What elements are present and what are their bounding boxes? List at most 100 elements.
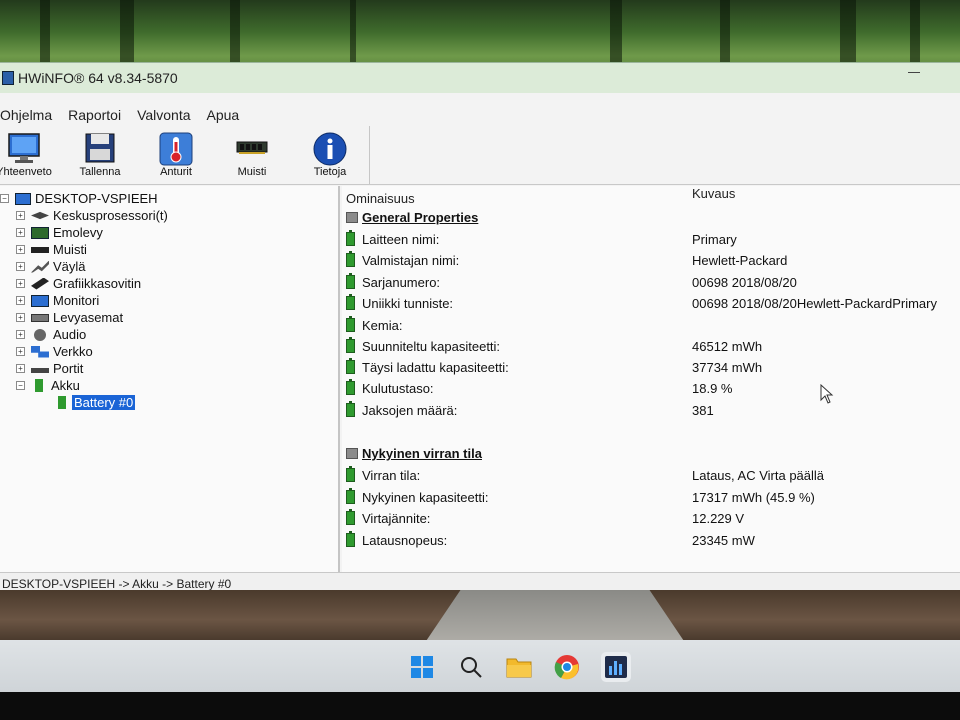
- expand-icon[interactable]: +: [16, 296, 25, 305]
- expand-icon[interactable]: +: [16, 245, 25, 254]
- menu-ohjelma[interactable]: Ohjelma: [0, 107, 52, 123]
- battery-icon: [346, 358, 355, 374]
- tree-item-network[interactable]: + Verkko: [16, 343, 93, 360]
- tree-item-bus[interactable]: + Väylä: [16, 258, 86, 275]
- save-label: Tallenna: [79, 166, 121, 178]
- expand-icon[interactable]: +: [16, 211, 25, 220]
- app-icon: [2, 71, 14, 85]
- sensors-button[interactable]: Anturit: [146, 130, 206, 182]
- sensors-label: Anturit: [160, 166, 192, 178]
- property-row[interactable]: Virran tila: Lataus, AC Virta päällä: [344, 465, 954, 485]
- floppy-icon: [85, 133, 115, 163]
- tree-item-ports[interactable]: + Portit: [16, 360, 83, 377]
- tree-item-drives[interactable]: + Levyasemat: [16, 309, 123, 326]
- save-button[interactable]: Tallenna: [70, 130, 130, 182]
- monitor-icon: [31, 294, 49, 307]
- property-value: 23345 mW: [692, 533, 755, 548]
- minimize-button[interactable]: [908, 72, 920, 73]
- device-tree[interactable]: − DESKTOP-VSPIEEH + Keskusprosessori(t) …: [0, 186, 340, 572]
- tree-item-cpu[interactable]: + Keskusprosessori(t): [16, 207, 168, 224]
- expand-icon[interactable]: +: [16, 279, 25, 288]
- property-row[interactable]: Nykyinen kapasiteetti: 17317 mWh (45.9 %…: [344, 487, 954, 507]
- property-value: 00698 2018/08/20: [692, 275, 797, 290]
- tree-item-label: Muisti: [53, 242, 87, 257]
- title-bar[interactable]: HWiNFO® 64 v8.34-5870: [0, 63, 960, 93]
- property-row[interactable]: Laitteen nimi: Primary: [344, 229, 954, 249]
- tree-item-memory[interactable]: + Muisti: [16, 241, 87, 258]
- section-title: General Properties: [362, 210, 479, 225]
- tree-item-label: Monitori: [53, 293, 100, 308]
- memory-label: Muisti: [237, 166, 267, 178]
- expand-icon[interactable]: +: [16, 347, 25, 356]
- collapse-icon[interactable]: −: [16, 381, 25, 390]
- tree-item-label: Verkko: [53, 344, 93, 359]
- properties-panel[interactable]: Ominaisuus Kuvaus General Properties Lai…: [342, 186, 960, 572]
- property-row[interactable]: Sarjanumero: 00698 2018/08/20: [344, 272, 954, 292]
- toolbar: Yhteenveto Tallenna Anturit Muisti Tieto…: [0, 126, 370, 184]
- network-icon: [31, 345, 49, 358]
- property-value: 18.9 %: [692, 381, 733, 396]
- screen-bezel: [0, 692, 960, 720]
- summary-label: Yhteenveto: [0, 166, 52, 178]
- tree-item-monitor[interactable]: + Monitori: [16, 292, 99, 309]
- battery-icon: [346, 401, 355, 417]
- menu-bar: Ohjelma Raportoi Valvonta Apua: [0, 104, 960, 126]
- expand-icon[interactable]: +: [16, 262, 25, 271]
- memory-button[interactable]: Muisti: [222, 130, 282, 182]
- property-value: Primary: [692, 232, 737, 247]
- property-name: Suunniteltu kapasiteetti:: [362, 339, 501, 354]
- thermometer-icon: [159, 132, 193, 166]
- tree-item-gpu[interactable]: + Grafiikkasovitin: [16, 275, 141, 292]
- expand-icon[interactable]: +: [16, 364, 25, 373]
- property-value: 381: [692, 403, 714, 418]
- menu-apua[interactable]: Apua: [207, 107, 240, 123]
- menu-valvonta[interactable]: Valvonta: [137, 107, 190, 123]
- section-icon: [346, 448, 358, 459]
- about-button[interactable]: Tietoja: [300, 130, 360, 182]
- col-header-value[interactable]: Kuvaus: [692, 186, 735, 201]
- section-title: Nykyinen virran tila: [362, 446, 482, 461]
- tree-item-battery-0[interactable]: Battery #0: [58, 394, 136, 411]
- info-icon: [313, 132, 347, 166]
- menu-raportoi[interactable]: Raportoi: [68, 107, 121, 123]
- file-explorer-button[interactable]: [504, 652, 534, 682]
- property-row[interactable]: Virtajännite: 12.229 V: [344, 508, 954, 528]
- collapse-icon[interactable]: −: [0, 194, 9, 203]
- property-row[interactable]: Valmistajan nimi: Hewlett-Packard: [344, 250, 954, 270]
- hwinfo-taskbar-button[interactable]: [601, 652, 631, 682]
- property-row[interactable]: Kulutustaso: 18.9 %: [344, 378, 954, 398]
- property-value: 46512 mWh: [692, 339, 763, 354]
- property-row[interactable]: Uniikki tunniste: 00698 2018/08/20Hewlet…: [344, 293, 954, 313]
- property-row[interactable]: Jaksojen määrä: 381: [344, 400, 954, 420]
- property-row[interactable]: Suunniteltu kapasiteetti: 46512 mWh: [344, 336, 954, 356]
- tree-item-motherboard[interactable]: + Emolevy: [16, 224, 103, 241]
- hwinfo-icon: [605, 656, 627, 678]
- tree-item-label: Grafiikkasovitin: [53, 276, 142, 291]
- expand-icon[interactable]: +: [16, 228, 25, 237]
- col-header-property[interactable]: Ominaisuus: [346, 191, 415, 206]
- property-value: Hewlett-Packard: [692, 253, 788, 268]
- property-row[interactable]: Kemia:: [344, 315, 954, 335]
- tree-root[interactable]: − DESKTOP-VSPIEEH: [0, 190, 158, 207]
- start-button[interactable]: [407, 652, 437, 682]
- property-value: Lataus, AC Virta päällä: [692, 468, 825, 483]
- battery-icon: [346, 531, 355, 547]
- tree-item-battery[interactable]: − Akku: [16, 377, 80, 394]
- summary-button[interactable]: Yhteenveto: [0, 130, 54, 182]
- expand-icon[interactable]: +: [16, 330, 25, 339]
- expand-icon[interactable]: +: [16, 313, 25, 322]
- property-row[interactable]: Täysi ladattu kapasiteetti: 37734 mWh: [344, 357, 954, 377]
- property-name: Nykyinen kapasiteetti:: [362, 490, 489, 505]
- battery-icon: [58, 396, 66, 409]
- property-name: Latausnopeus:: [362, 533, 448, 548]
- tree-item-label: Emolevy: [53, 225, 103, 240]
- tree-item-audio[interactable]: + Audio: [16, 326, 86, 343]
- chrome-button[interactable]: [552, 652, 582, 682]
- audio-icon: [34, 328, 46, 341]
- battery-icon: [346, 316, 355, 332]
- property-row[interactable]: Latausnopeus: 23345 mW: [344, 530, 954, 550]
- search-button[interactable]: [456, 652, 486, 682]
- window-title: HWiNFO® 64 v8.34-5870: [18, 70, 178, 86]
- ports-icon: [31, 368, 49, 373]
- tree-item-label-selected: Battery #0: [72, 395, 136, 410]
